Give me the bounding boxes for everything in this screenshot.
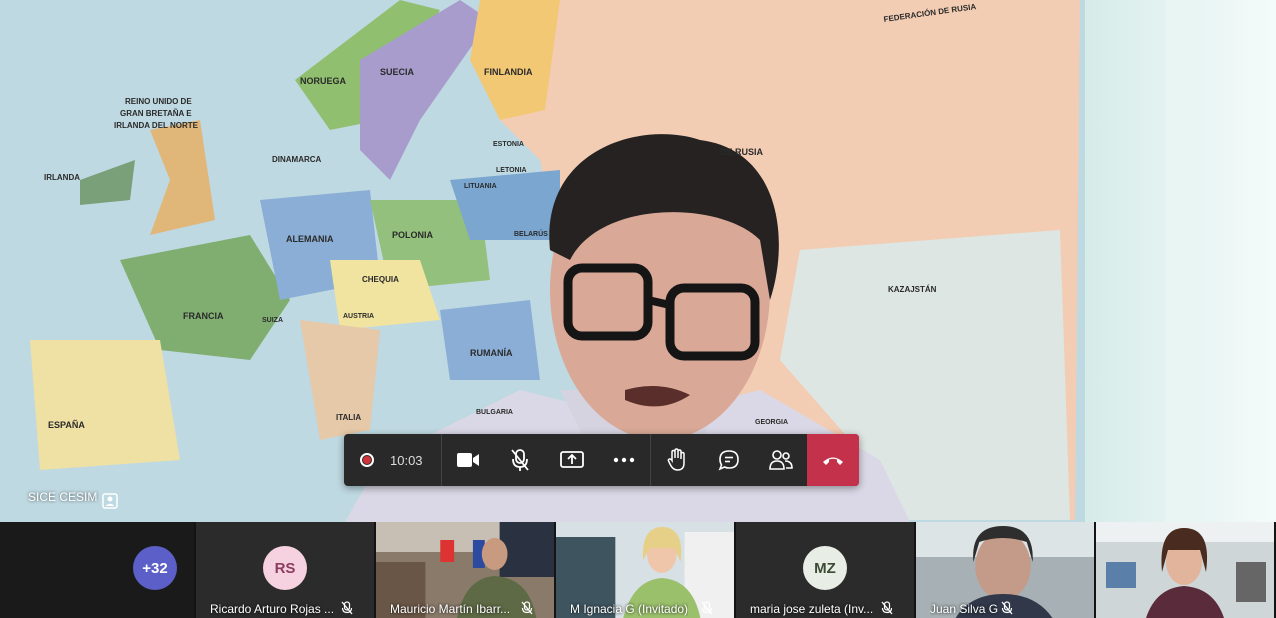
svg-text:DINAMARCA: DINAMARCA (272, 155, 322, 164)
svg-text:NORUEGA: NORUEGA (300, 76, 347, 86)
participant-tile[interactable] (1096, 522, 1274, 618)
mic-button[interactable] (494, 434, 546, 486)
participant-video (1096, 522, 1274, 618)
svg-text:FINLANDIA: FINLANDIA (484, 67, 533, 77)
svg-text:ALEMANIA: ALEMANIA (286, 234, 334, 244)
svg-text:IRLANDA: IRLANDA (44, 173, 80, 182)
overflow-participants-tile[interactable]: +32 (0, 522, 196, 618)
main-video-stage: NORUEGA SUECIA FINLANDIA REINO UNIDO DE … (0, 0, 1276, 522)
svg-text:SUECIA: SUECIA (380, 67, 415, 77)
svg-text:CHEQUIA: CHEQUIA (362, 275, 399, 284)
participant-tile[interactable]: M Ignacia G (Invitado) (556, 522, 736, 618)
participant-name: Juan Silva G (930, 602, 999, 616)
svg-text:IRLANDA DEL NORTE: IRLANDA DEL NORTE (114, 121, 199, 130)
participant-tile[interactable]: RS Ricardo Arturo Rojas ... (196, 522, 376, 618)
share-screen-icon (560, 451, 584, 468)
recording-status: 10:03 (344, 434, 442, 486)
camera-button[interactable] (442, 434, 494, 486)
svg-text:POLONIA: POLONIA (392, 230, 434, 240)
participant-tile[interactable]: Mauricio Martín Ibarr... (376, 522, 556, 618)
svg-text:LETONIA: LETONIA (496, 167, 527, 174)
svg-text:REINO UNIDO DE: REINO UNIDO DE (125, 97, 192, 106)
svg-text:LITUANIA: LITUANIA (464, 183, 497, 190)
hang-up-icon (823, 457, 843, 465)
meeting-toolbar: 10:03 (344, 434, 859, 486)
svg-text:KAZAJSTÁN: KAZAJSTÁN (888, 285, 937, 294)
participant-name: Mauricio Martín Ibarr... (390, 602, 511, 616)
svg-text:BELARÚS: BELARÚS (514, 229, 548, 238)
chat-icon (718, 450, 739, 471)
svg-text:FRANCIA: FRANCIA (183, 311, 224, 321)
meeting-timer: 10:03 (390, 452, 423, 468)
chat-button[interactable] (703, 434, 755, 486)
participant-name: Ricardo Arturo Rojas ... (210, 602, 335, 616)
raise-hand-icon (667, 448, 685, 471)
participant-name: maria jose zuleta (Inv... (750, 602, 874, 616)
avatar: RS (263, 546, 307, 590)
speaker-settings-icon[interactable] (102, 493, 118, 509)
participant-name: M Ignacia G (Invitado) (570, 602, 689, 616)
svg-text:ESPAÑA: ESPAÑA (48, 420, 85, 430)
more-actions-button[interactable] (598, 434, 650, 486)
camera-icon (457, 453, 479, 467)
participant-tile[interactable]: Juan Silva G (916, 522, 1096, 618)
overflow-count-badge[interactable]: +32 (133, 546, 177, 590)
more-icon (613, 457, 635, 463)
svg-text:ESTONIA: ESTONIA (493, 141, 524, 148)
participants-button[interactable] (755, 434, 807, 486)
mic-off-icon (511, 449, 529, 471)
mic-muted-icon (701, 601, 713, 615)
active-speaker-name: SICE CESIM (28, 490, 98, 504)
raise-hand-button[interactable] (651, 434, 703, 486)
share-screen-button[interactable] (546, 434, 598, 486)
svg-text:DE RUSIA: DE RUSIA (720, 147, 764, 157)
mic-muted-icon (341, 601, 353, 615)
svg-text:GRAN BRETAÑA E: GRAN BRETAÑA E (120, 109, 192, 118)
avatar: MZ (803, 546, 847, 590)
record-indicator-icon (360, 453, 374, 467)
svg-text:ITALIA: ITALIA (336, 413, 361, 422)
svg-text:RUMANÍA: RUMANÍA (470, 348, 513, 358)
mic-muted-icon (1001, 601, 1013, 615)
svg-text:AUSTRIA: AUSTRIA (343, 313, 374, 320)
participant-strip: +32 RS Ricardo Arturo Rojas ... Mauricio… (0, 522, 1276, 618)
mic-muted-icon (881, 601, 893, 615)
participant-tile[interactable]: MZ maria jose zuleta (Inv... (736, 522, 916, 618)
svg-text:GEORGIA: GEORGIA (755, 419, 788, 426)
svg-text:SUIZA: SUIZA (262, 317, 283, 324)
svg-text:BULGARIA: BULGARIA (476, 409, 513, 416)
mic-muted-icon (521, 601, 533, 615)
hang-up-button[interactable] (807, 434, 859, 486)
participants-icon (769, 450, 793, 470)
